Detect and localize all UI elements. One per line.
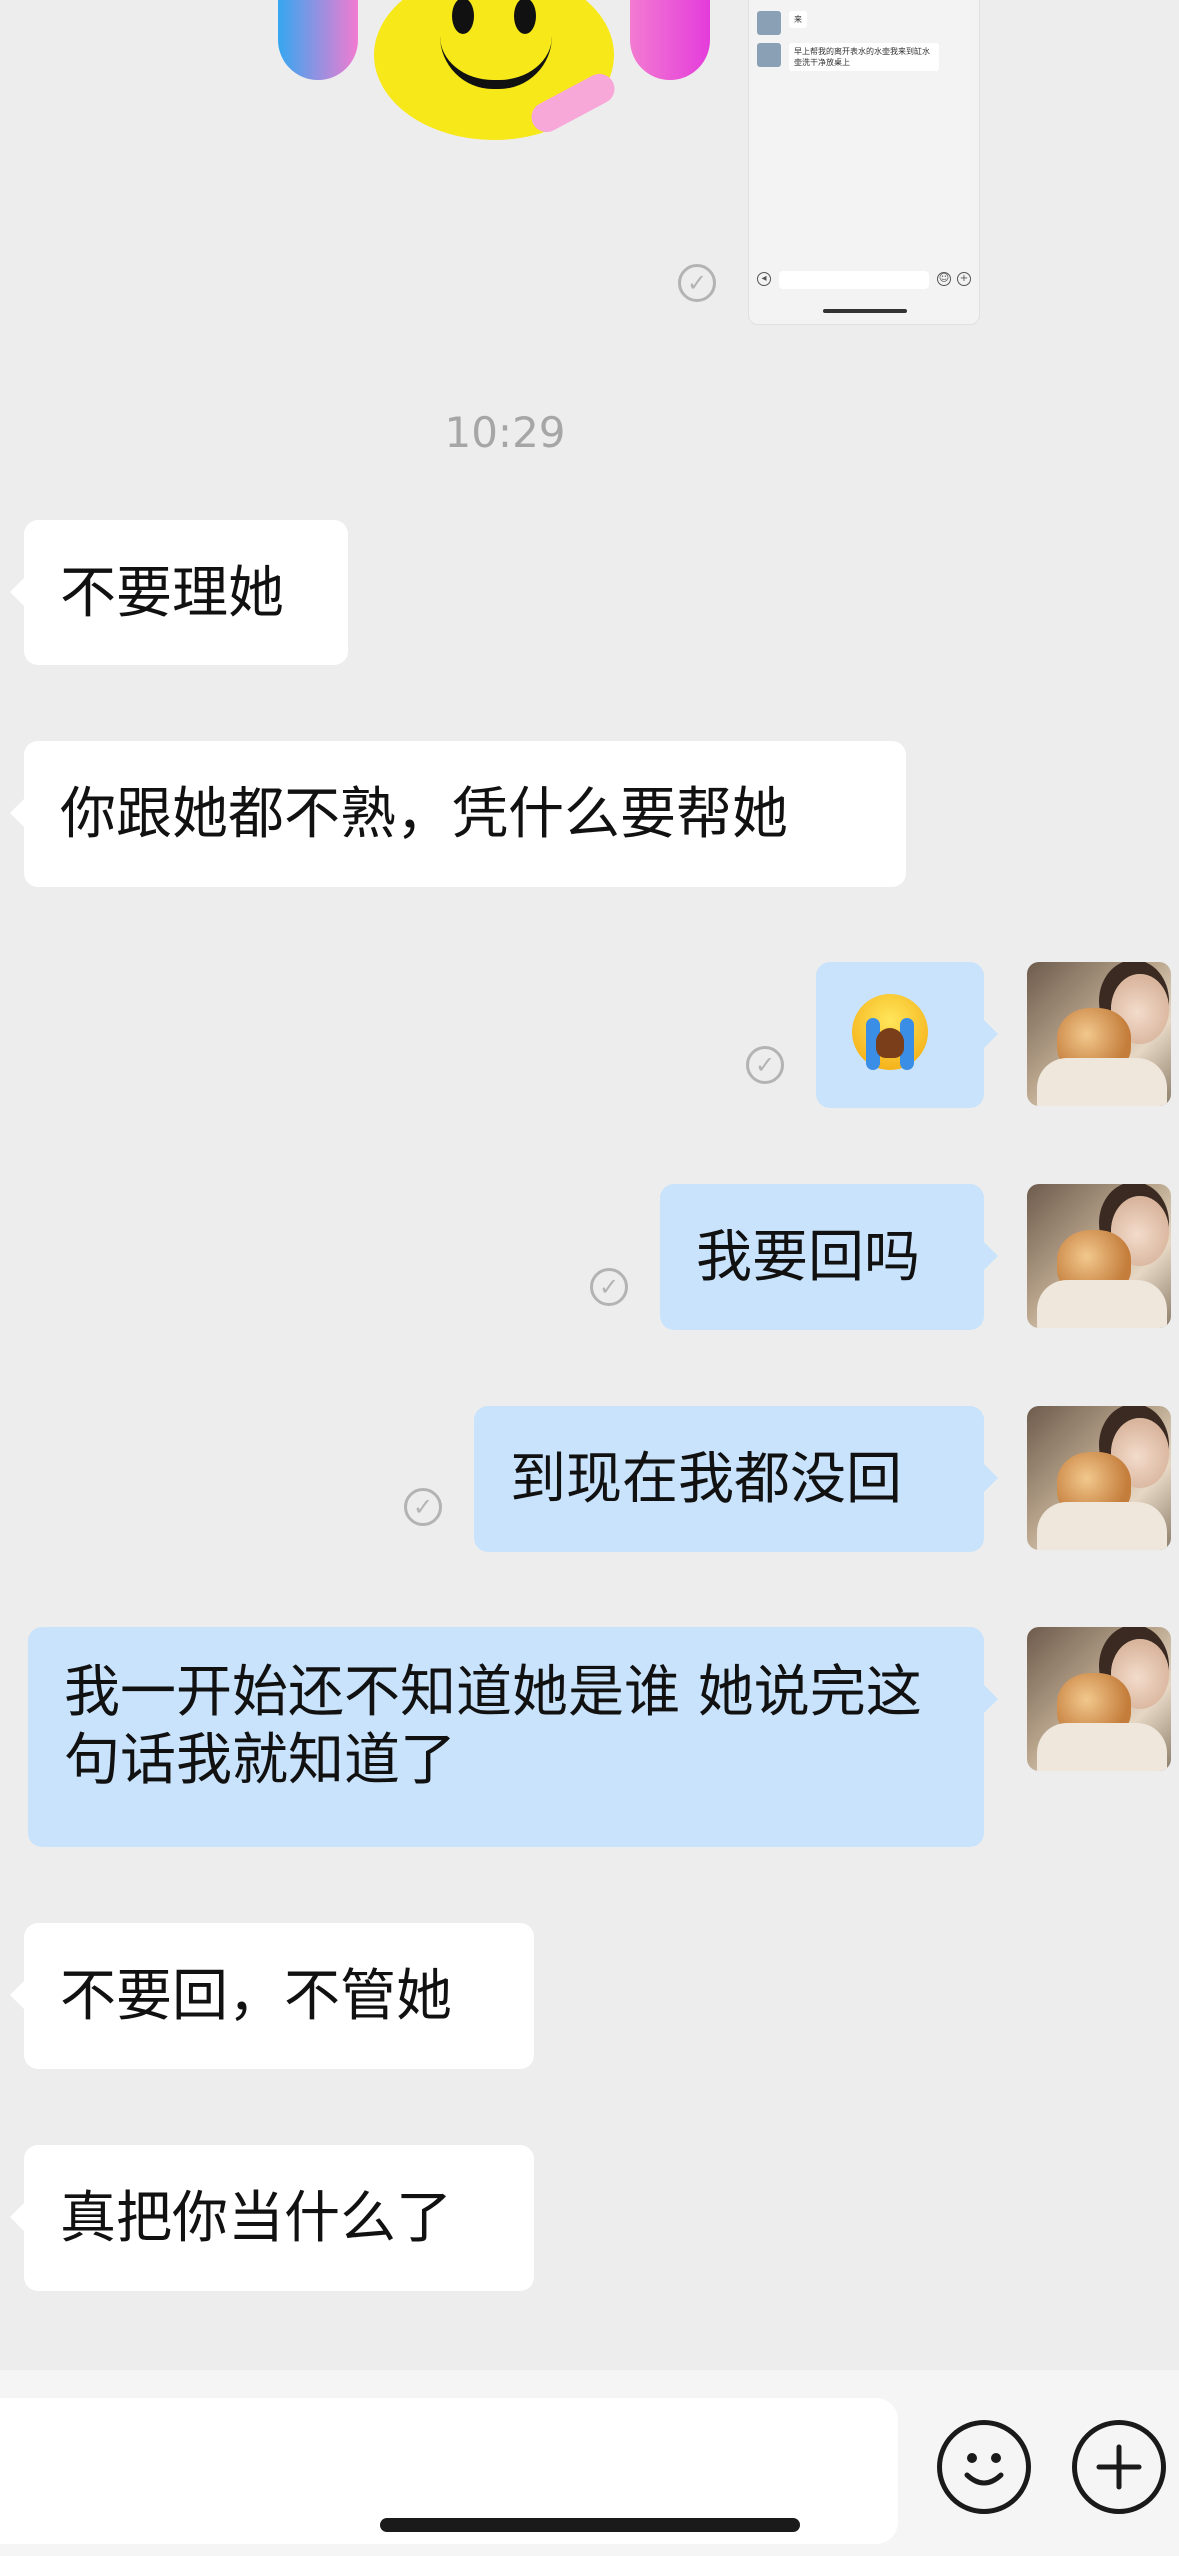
loudly-crying-face-icon (852, 994, 928, 1070)
outgoing-message-bubble[interactable]: 我要回吗 (660, 1184, 998, 1330)
incoming-message-bubble[interactable]: 真把你当什么了 (10, 2145, 534, 2291)
message-text: 到现在我都没回 (510, 1447, 902, 1512)
message-text: 你跟她都不熟，凭什么要帮她 (60, 782, 788, 847)
avatar-arm (1037, 1058, 1167, 1106)
sticker-eye (452, 0, 474, 34)
thumbnail-avatar (757, 11, 781, 35)
crying-mouth (876, 1028, 904, 1058)
my-avatar[interactable] (1027, 1627, 1171, 1771)
thumbnail-emoji-icon: ☺ (937, 272, 951, 286)
home-indicator[interactable] (380, 2518, 800, 2532)
my-avatar[interactable] (1027, 1406, 1171, 1550)
thumbnail-row: 早上帮我的离开表水的水壶我来到缸水壶洗干净放桌上 (757, 43, 957, 73)
headset-right-earcup (630, 0, 710, 80)
emoji-button[interactable] (937, 2420, 1031, 2514)
my-avatar[interactable] (1027, 962, 1171, 1106)
chat-screenshot-thumbnail[interactable]: 来 早上帮我的离开表水的水壶我来到缸水壶洗干净放桌上 ◂ ☺ + (748, 0, 980, 325)
read-check-icon: ✓ (678, 264, 716, 302)
thumbnail-voice-icon: ◂ (757, 272, 771, 286)
read-check-icon: ✓ (404, 1488, 442, 1526)
message-text: 真把你当什么了 (60, 2186, 452, 2251)
plus-icon (1096, 2444, 1142, 2490)
message-text: 不要理她 (60, 561, 284, 626)
read-check-icon: ✓ (590, 1268, 628, 1306)
sticker-mouth (440, 36, 552, 89)
more-options-button[interactable] (1072, 2420, 1166, 2514)
outgoing-message-bubble[interactable]: 我一开始还不知道她是谁 她说完这句话我就知道了 (28, 1627, 998, 1847)
thumbnail-bubble: 来 (789, 11, 807, 28)
smiley-face-icon (964, 2453, 1004, 2486)
headset-left-earcup (278, 0, 358, 80)
thumbnail-input-field (779, 271, 929, 289)
thumbnail-bubble: 早上帮我的离开表水的水壶我来到缸水壶洗干净放桌上 (789, 43, 939, 71)
outgoing-emoji-bubble[interactable] (816, 962, 998, 1108)
incoming-message-bubble[interactable]: 不要理她 (10, 520, 348, 665)
read-check-icon: ✓ (746, 1046, 784, 1084)
avatar-arm (1037, 1502, 1167, 1550)
message-timestamp: 10:29 (444, 408, 566, 457)
avatar-arm (1037, 1280, 1167, 1328)
chat-area[interactable]: ✓ 来 早上帮我的离开表水的水壶我来到缸水壶洗干净放桌上 ◂ ☺ + 10:29… (0, 0, 1179, 2370)
outgoing-message-bubble[interactable]: 到现在我都没回 (474, 1406, 998, 1552)
thumbnail-plus-icon: + (957, 272, 971, 286)
message-text: 我要回吗 (696, 1225, 920, 1290)
incoming-message-bubble[interactable]: 你跟她都不熟，凭什么要帮她 (10, 741, 906, 887)
thumbnail-input-bar: ◂ ☺ + (757, 269, 973, 291)
smiley-face-icon (374, 0, 614, 140)
incoming-message-bubble[interactable]: 不要回，不管她 (10, 1923, 534, 2069)
message-text: 我一开始还不知道她是谁 她说完这句话我就知道了 (64, 1660, 922, 1793)
message-text: 不要回，不管她 (60, 1964, 452, 2029)
sticker-eye (514, 0, 536, 34)
thumbnail-home-indicator (823, 309, 907, 313)
my-avatar[interactable] (1027, 1184, 1171, 1328)
thumbnail-avatar (757, 43, 781, 67)
smiley-headset-sticker[interactable] (278, 0, 710, 170)
avatar-arm (1037, 1723, 1167, 1771)
